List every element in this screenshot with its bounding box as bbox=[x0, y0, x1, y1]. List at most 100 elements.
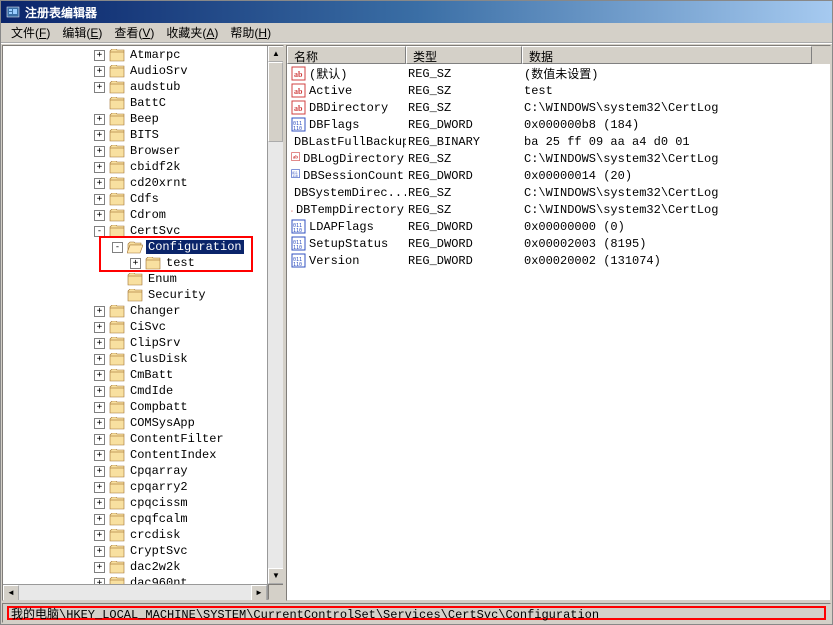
tree-item[interactable]: + Beep bbox=[4, 111, 266, 127]
expand-icon[interactable]: + bbox=[94, 338, 105, 349]
tree-item[interactable]: +cpqcissm bbox=[4, 495, 266, 511]
tree-label[interactable]: CertSvc bbox=[128, 224, 182, 238]
scroll-left-button[interactable]: ◄ bbox=[3, 585, 19, 601]
list-row[interactable]: 011110DBSessionCountREG_DWORD0x00000014 … bbox=[287, 167, 830, 184]
tree-label[interactable]: BITS bbox=[128, 128, 161, 142]
expand-icon[interactable]: + bbox=[94, 434, 105, 445]
expand-icon[interactable]: + bbox=[94, 450, 105, 461]
tree-item[interactable]: + COMSysApp bbox=[4, 415, 266, 431]
tree-label[interactable]: ClipSrv bbox=[128, 336, 182, 350]
tree-label[interactable]: Enum bbox=[146, 272, 179, 286]
tree-item[interactable]: +cpqfcalm bbox=[4, 511, 266, 527]
tree-item[interactable]: - Configuration bbox=[4, 239, 266, 255]
expand-icon[interactable]: + bbox=[94, 82, 105, 93]
expand-icon[interactable]: + bbox=[94, 530, 105, 541]
menu-f[interactable]: 文件(F) bbox=[5, 22, 56, 43]
vertical-scrollbar[interactable]: ▲ ▼ bbox=[267, 46, 283, 600]
expand-icon[interactable]: + bbox=[94, 162, 105, 173]
scroll-track[interactable] bbox=[268, 62, 283, 568]
column-header[interactable]: 类型 bbox=[406, 46, 522, 64]
tree-item[interactable]: + audstub bbox=[4, 79, 266, 95]
list-row[interactable]: 011110DBFlagsREG_DWORD0x000000b8 (184) bbox=[287, 116, 830, 133]
expand-icon[interactable]: + bbox=[94, 482, 105, 493]
column-header[interactable]: 名称 bbox=[287, 46, 406, 64]
expand-icon[interactable]: + bbox=[94, 130, 105, 141]
expand-icon[interactable]: + bbox=[94, 354, 105, 365]
tree-label[interactable]: Cpqarray bbox=[128, 464, 190, 478]
expand-icon[interactable]: + bbox=[94, 466, 105, 477]
tree-item[interactable]: + CmdIde bbox=[4, 383, 266, 399]
tree-label[interactable]: cpqcissm bbox=[128, 496, 190, 510]
scroll-down-button[interactable]: ▼ bbox=[268, 568, 284, 584]
tree-item[interactable]: +AudioSrv bbox=[4, 63, 266, 79]
tree-item[interactable]: + CryptSvc bbox=[4, 543, 266, 559]
horizontal-scrollbar[interactable]: ◄ ► bbox=[3, 584, 267, 600]
menu-h[interactable]: 帮助(H) bbox=[224, 22, 277, 43]
tree-item[interactable]: Enum bbox=[4, 271, 266, 287]
tree-label[interactable]: dac960nt bbox=[128, 576, 190, 584]
menu-v[interactable]: 查看(V) bbox=[108, 22, 160, 43]
tree-item[interactable]: BattC bbox=[4, 95, 266, 111]
tree-item[interactable]: +Browser bbox=[4, 143, 266, 159]
tree-item[interactable]: +Cdrom bbox=[4, 207, 266, 223]
tree-label[interactable]: ContentIndex bbox=[128, 448, 218, 462]
expand-icon[interactable]: + bbox=[94, 114, 105, 125]
tree-item[interactable]: + CiSvc bbox=[4, 319, 266, 335]
tree-item[interactable]: +dac2w2k bbox=[4, 559, 266, 575]
list-row[interactable]: 011110DBLastFullBackupREG_BINARYba 25 ff… bbox=[287, 133, 830, 150]
expand-icon[interactable]: + bbox=[94, 50, 105, 61]
expand-icon[interactable]: + bbox=[94, 66, 105, 77]
tree-label[interactable]: audstub bbox=[128, 80, 182, 94]
tree-label[interactable]: CmdIde bbox=[128, 384, 175, 398]
tree-label[interactable]: Changer bbox=[128, 304, 182, 318]
tree-label[interactable]: test bbox=[164, 256, 197, 270]
tree-item[interactable]: + Cdfs bbox=[4, 191, 266, 207]
tree-label[interactable]: crcdisk bbox=[128, 528, 182, 542]
scroll-right-button[interactable]: ► bbox=[251, 585, 267, 601]
tree-item[interactable]: +Atmarpc bbox=[4, 47, 266, 63]
scroll-thumb[interactable] bbox=[268, 62, 283, 142]
tree-label[interactable]: Cdfs bbox=[128, 192, 161, 206]
tree-label[interactable]: Browser bbox=[128, 144, 182, 158]
tree-label[interactable]: Cdrom bbox=[128, 208, 168, 222]
expand-icon[interactable]: + bbox=[94, 578, 105, 585]
scroll-up-button[interactable]: ▲ bbox=[268, 46, 284, 62]
tree-label[interactable]: cpqfcalm bbox=[128, 512, 190, 526]
tree-label[interactable]: Security bbox=[146, 288, 208, 302]
collapse-icon[interactable]: - bbox=[112, 242, 123, 253]
expand-icon[interactable]: + bbox=[94, 546, 105, 557]
tree-item[interactable]: + test bbox=[4, 255, 266, 271]
collapse-icon[interactable]: - bbox=[94, 226, 105, 237]
tree-item[interactable]: + BITS bbox=[4, 127, 266, 143]
tree-label[interactable]: Configuration bbox=[146, 240, 244, 254]
list-body[interactable]: ab(默认)REG_SZ(数值未设置)abActiveREG_SZtestabD… bbox=[287, 64, 830, 270]
tree-label[interactable]: CryptSvc bbox=[128, 544, 190, 558]
tree-item[interactable]: + ClusDisk bbox=[4, 351, 266, 367]
tree-label[interactable]: COMSysApp bbox=[128, 416, 197, 430]
tree-label[interactable]: cpqarry2 bbox=[128, 480, 190, 494]
expand-icon[interactable]: + bbox=[94, 386, 105, 397]
tree-item[interactable]: +cbidf2k bbox=[4, 159, 266, 175]
list-row[interactable]: abDBDirectoryREG_SZC:\WINDOWS\system32\C… bbox=[287, 99, 830, 116]
tree-label[interactable]: Beep bbox=[128, 112, 161, 126]
menu-a[interactable]: 收藏夹(A) bbox=[160, 22, 224, 43]
tree-item[interactable]: + ClipSrv bbox=[4, 335, 266, 351]
expand-icon[interactable]: + bbox=[94, 194, 105, 205]
expand-icon[interactable]: + bbox=[94, 418, 105, 429]
tree-label[interactable]: ClusDisk bbox=[128, 352, 190, 366]
expand-icon[interactable]: + bbox=[94, 370, 105, 381]
expand-icon[interactable]: + bbox=[130, 258, 141, 269]
expand-icon[interactable]: + bbox=[94, 402, 105, 413]
list-row[interactable]: abDBTempDirectoryREG_SZC:\WINDOWS\system… bbox=[287, 201, 830, 218]
expand-icon[interactable]: + bbox=[94, 322, 105, 333]
tree-item[interactable]: - CertSvc bbox=[4, 223, 266, 239]
tree-label[interactable]: dac2w2k bbox=[128, 560, 182, 574]
tree-label[interactable]: BattC bbox=[128, 96, 168, 110]
list-row[interactable]: abDBSystemDirec...REG_SZC:\WINDOWS\syste… bbox=[287, 184, 830, 201]
tree-item[interactable]: +Compbatt bbox=[4, 399, 266, 415]
list-row[interactable]: abActiveREG_SZtest bbox=[287, 82, 830, 99]
tree-label[interactable]: CiSvc bbox=[128, 320, 168, 334]
tree-item[interactable]: + ContentIndex bbox=[4, 447, 266, 463]
tree-label[interactable]: CmBatt bbox=[128, 368, 175, 382]
tree-item[interactable]: +Changer bbox=[4, 303, 266, 319]
